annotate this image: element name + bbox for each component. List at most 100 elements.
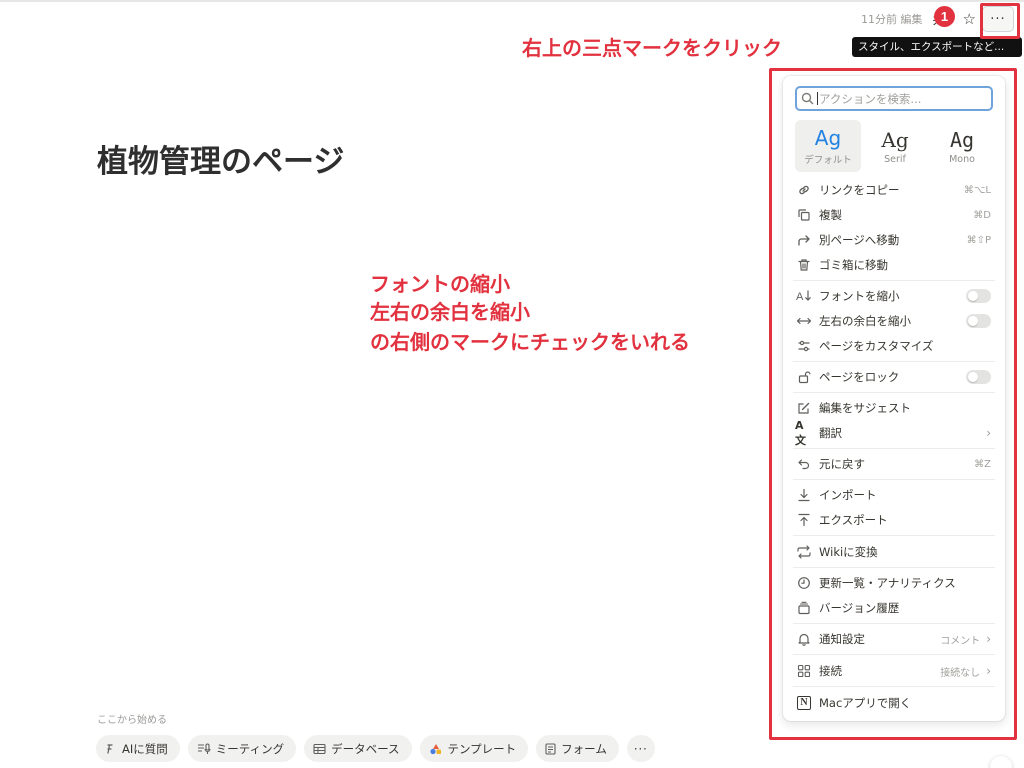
full-width-toggle[interactable] bbox=[966, 314, 991, 328]
menu-item-lock-page[interactable]: ページをロック bbox=[791, 366, 997, 388]
duplicate-icon bbox=[795, 206, 813, 224]
notion-app-icon: N bbox=[795, 694, 813, 712]
menu-item-open-in-mac-app[interactable]: N Macアプリで開く bbox=[791, 692, 997, 714]
menu-divider bbox=[793, 686, 995, 687]
menu-item-notifications[interactable]: 通知設定 コメント › bbox=[791, 628, 997, 650]
menu-divider bbox=[793, 392, 995, 393]
link-icon bbox=[795, 181, 813, 199]
get-started-label: ここから始める bbox=[97, 715, 167, 726]
bell-icon bbox=[795, 630, 813, 648]
font-size-icon: A bbox=[795, 287, 813, 305]
menu-item-label: 更新一覧・アナリティクス bbox=[819, 576, 956, 590]
last-edited-label: 11分前 編集 bbox=[861, 13, 923, 26]
chip-label: ミーティング bbox=[215, 741, 285, 756]
menu-item-label: 左右の余白を縮小 bbox=[819, 314, 911, 328]
menu-divider bbox=[793, 361, 995, 362]
annotation-box-more-button bbox=[980, 3, 1020, 39]
menu-item-translate[interactable]: A文 翻訳 › bbox=[791, 418, 997, 447]
menu-item-customize-page[interactable]: ページをカスタマイズ bbox=[791, 335, 997, 357]
lock-icon bbox=[795, 368, 813, 386]
menu-item-updates-analytics[interactable]: 更新一覧・アナリティクス bbox=[791, 572, 997, 594]
search-icon bbox=[801, 92, 814, 105]
chip-more[interactable]: ··· bbox=[626, 735, 655, 762]
font-name: Serif bbox=[884, 153, 906, 165]
menu-item-version-history[interactable]: バージョン履歴 bbox=[791, 597, 997, 619]
window-top-border bbox=[0, 0, 1024, 2]
font-style-selector: Ag デフォルト Ag Serif Ag Mono bbox=[795, 120, 995, 172]
star-icon[interactable]: ☆ bbox=[963, 10, 976, 28]
text-cursor bbox=[817, 92, 818, 105]
font-option-serif[interactable]: Ag Serif bbox=[862, 120, 928, 172]
page-title[interactable]: 植物管理のページ bbox=[97, 136, 344, 181]
wiki-convert-icon bbox=[795, 543, 813, 561]
translate-icon: A文 bbox=[795, 418, 806, 447]
menu-divider bbox=[793, 448, 995, 449]
template-icon bbox=[429, 743, 441, 754]
action-search-input[interactable]: アクションを検索... bbox=[795, 86, 993, 111]
menu-item-full-width[interactable]: 左右の余白を縮小 bbox=[791, 310, 997, 332]
annotation-instruction-2-line3: の右側のマークにチェックをいれる bbox=[370, 330, 690, 354]
width-arrows-icon bbox=[795, 312, 813, 330]
menu-item-label: ページをロック bbox=[819, 370, 900, 384]
menu-item-label: 接続 bbox=[819, 664, 842, 678]
menu-item-copy-link[interactable]: リンクをコピー ⌘⌥L bbox=[791, 179, 997, 201]
move-arrow-icon bbox=[795, 231, 813, 249]
small-text-toggle[interactable] bbox=[966, 289, 991, 303]
chip-form[interactable]: フォーム bbox=[536, 735, 619, 762]
suggest-edit-icon bbox=[795, 399, 813, 417]
chip-templates[interactable]: テンプレート bbox=[419, 735, 529, 762]
menu-item-suggest-edits[interactable]: 編集をサジェスト bbox=[791, 397, 997, 419]
chip-meeting[interactable]: ミーティング bbox=[187, 735, 297, 762]
chip-database[interactable]: データベース bbox=[304, 735, 412, 762]
menu-item-small-text[interactable]: A フォントを縮小 bbox=[791, 285, 997, 307]
font-sample: Ag bbox=[814, 126, 842, 150]
help-button[interactable] bbox=[990, 756, 1012, 768]
font-sample: Ag bbox=[949, 127, 975, 152]
chip-ask-ai[interactable]: AIに質問 bbox=[96, 735, 180, 762]
menu-item-undo[interactable]: 元に戻す ⌘Z bbox=[791, 453, 997, 475]
chip-label: フォーム bbox=[561, 741, 607, 756]
menu-item-import[interactable]: インポート bbox=[791, 484, 997, 506]
menu-item-label: バージョン履歴 bbox=[819, 601, 900, 615]
font-option-default[interactable]: Ag デフォルト bbox=[795, 120, 861, 172]
menu-item-turn-into-wiki[interactable]: Wikiに変換 bbox=[791, 541, 997, 563]
menu-item-label: 元に戻す bbox=[819, 457, 865, 471]
version-history-icon bbox=[795, 599, 813, 617]
annotation-badge-1: 1 bbox=[934, 6, 955, 27]
menu-divider bbox=[793, 654, 995, 655]
menu-divider bbox=[793, 623, 995, 624]
notification-setting-value: コメント bbox=[940, 635, 981, 647]
annotation-instruction-1: 右上の三点マークをクリック bbox=[522, 36, 782, 60]
import-icon bbox=[795, 486, 813, 504]
menu-item-label: インポート bbox=[819, 488, 877, 502]
chip-label: AIに質問 bbox=[122, 741, 168, 756]
menu-item-connections[interactable]: 接続 接続なし › bbox=[791, 660, 997, 682]
menu-item-label: ページをカスタマイズ bbox=[819, 339, 934, 353]
meeting-icon bbox=[197, 742, 211, 754]
chip-label: データベース bbox=[331, 741, 400, 756]
menu-item-label: エクスポート bbox=[819, 513, 888, 527]
more-options-tooltip: スタイル、エクスポートなど... bbox=[852, 37, 1022, 57]
menu-divider bbox=[793, 535, 995, 536]
menu-divider bbox=[793, 567, 995, 568]
font-name: Mono bbox=[949, 153, 975, 165]
undo-icon bbox=[795, 455, 813, 473]
sliders-icon bbox=[795, 337, 813, 355]
svg-text:A: A bbox=[796, 291, 804, 303]
database-icon bbox=[313, 743, 326, 754]
menu-item-label: 翻訳 bbox=[819, 426, 842, 440]
page-options-menu: アクションを検索... Ag デフォルト Ag Serif Ag Mono リン… bbox=[783, 76, 1005, 721]
font-option-mono[interactable]: Ag Mono bbox=[929, 120, 995, 172]
menu-item-label: Macアプリで開く bbox=[819, 696, 912, 710]
menu-item-label: 通知設定 bbox=[819, 632, 865, 646]
menu-item-move-to-trash[interactable]: ゴミ箱に移動 bbox=[791, 254, 997, 276]
menu-item-label: Wikiに変換 bbox=[819, 545, 878, 559]
annotation-instruction-2-line2: 左右の余白を縮小 bbox=[370, 300, 530, 324]
shortcut-label: ⌘D bbox=[973, 209, 991, 221]
search-placeholder: アクションを検索... bbox=[819, 91, 922, 106]
menu-item-export[interactable]: エクスポート bbox=[791, 509, 997, 531]
connections-value: 接続なし bbox=[940, 667, 981, 679]
menu-item-duplicate[interactable]: 複製 ⌘D bbox=[791, 204, 997, 226]
menu-item-move-to[interactable]: 別ページへ移動 ⌘⇧P bbox=[791, 229, 997, 251]
lock-page-toggle[interactable] bbox=[966, 370, 991, 384]
